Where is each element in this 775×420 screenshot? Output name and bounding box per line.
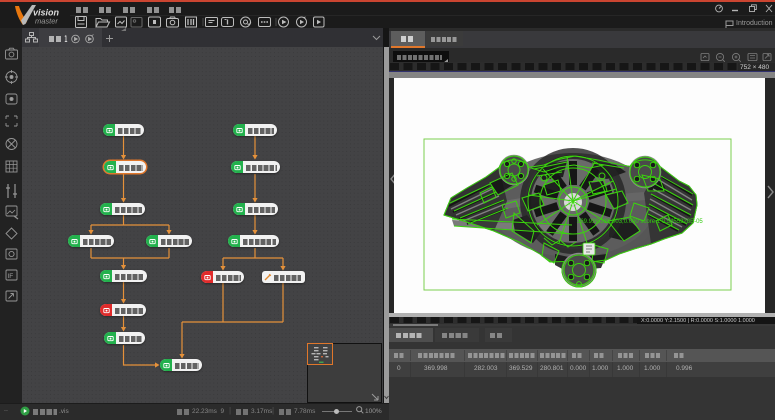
svg-text:IF: IF <box>7 273 13 280</box>
svg-text:master: master <box>35 17 58 26</box>
svg-text:369.998,282.003,0.000 score 1: 369.998,282.003,0.000 score 1 0.5455328E… <box>577 219 703 225</box>
